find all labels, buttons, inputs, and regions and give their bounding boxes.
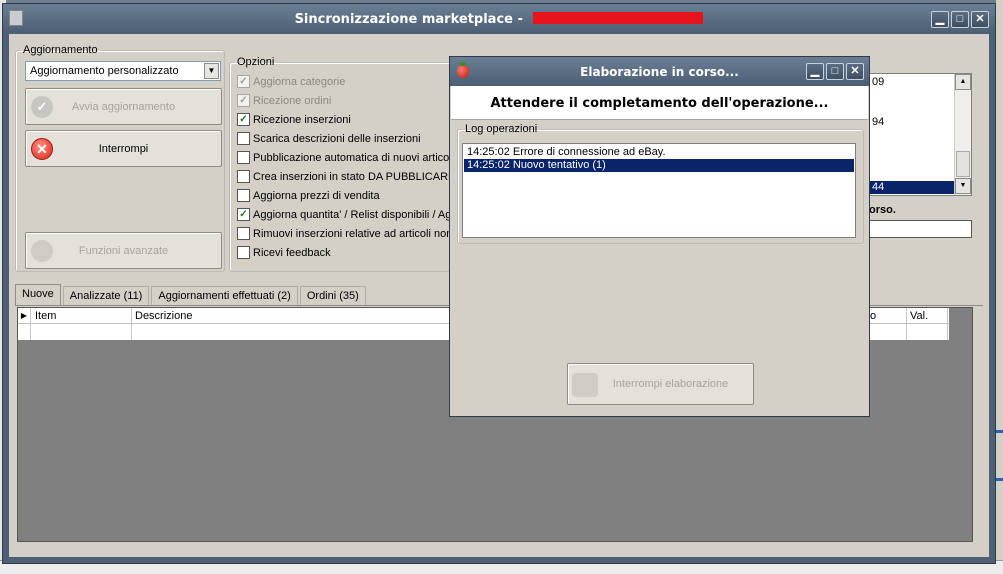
option-ricezione-ordini[interactable]: ✓ Ricezione ordini — [237, 91, 461, 110]
background-marker — [996, 430, 1003, 433]
checkbox[interactable] — [237, 189, 250, 202]
column-header-item[interactable]: Item — [32, 308, 132, 324]
scroll-thumb[interactable] — [956, 151, 970, 177]
checkmark-icon: ✓ — [31, 96, 53, 118]
main-titlebar[interactable]: Sincronizzazione marketplace - ▁ □ ✕ — [3, 4, 995, 34]
option-label: Pubblicazione automatica di nuovi artico… — [253, 151, 460, 164]
right-status-field[interactable] — [859, 220, 972, 238]
tab-analizzate[interactable]: Analizzate (11) — [62, 286, 150, 306]
option-label: Scarica descrizioni delle inserzioni — [253, 132, 421, 145]
row-selector[interactable] — [18, 324, 31, 340]
update-mode-value: Aggiornamento personalizzato — [30, 65, 179, 77]
interrompi-label: Interrompi — [98, 142, 149, 155]
option-pubblicazione-automatica[interactable]: Pubblicazione automatica di nuovi artico… — [237, 148, 461, 167]
main-window-title: Sincronizzazione marketplace - — [3, 12, 995, 27]
tab-aggiornamenti-effettuati[interactable]: Aggiornamenti effettuati (2) — [151, 286, 298, 306]
background-window-right — [996, 0, 1003, 574]
dialog-maximize-button[interactable]: □ — [826, 63, 844, 80]
opzioni-legend: Opzioni — [237, 56, 275, 68]
option-crea-inserzioni[interactable]: Crea inserzioni in stato DA PUBBLICARE — [237, 167, 461, 186]
progress-dialog: Elaborazione in corso... ▁ □ ✕ Attendere… — [449, 56, 870, 417]
option-label: Aggiorna prezzi di vendita — [253, 189, 380, 202]
interrompi-button[interactable]: ✕ Interrompi — [25, 130, 222, 167]
option-label: Aggiorna categorie — [253, 75, 346, 88]
interrompi-elaborazione-button[interactable]: Interrompi elaborazione — [567, 363, 754, 405]
right-list[interactable]: 09 94 44 ▲ ▼ — [859, 73, 972, 196]
hand-icon — [572, 373, 598, 397]
background-marker — [996, 478, 1003, 481]
dialog-titlebar[interactable]: Elaborazione in corso... ▁ □ ✕ — [450, 57, 869, 86]
scroll-up-icon[interactable]: ▲ — [955, 74, 971, 90]
table-cell[interactable] — [907, 324, 948, 340]
list-item-selected[interactable]: 44 — [860, 181, 956, 194]
avvia-aggiornamento-label: Avvia aggiornamento — [71, 100, 176, 113]
option-aggiorna-prezzi[interactable]: Aggiorna prezzi di vendita — [237, 186, 461, 205]
option-label: Crea inserzioni in stato DA PUBBLICARE — [253, 170, 456, 183]
aggiornamento-legend: Aggiornamento — [23, 44, 98, 56]
dialog-header: Attendere il completamento dell'operazio… — [451, 86, 868, 120]
list-item[interactable]: 09 — [872, 76, 884, 88]
option-aggiorna-quantita[interactable]: ✓ Aggiorna quantita' / Relist disponibili… — [237, 205, 461, 224]
checkbox[interactable] — [237, 246, 250, 259]
option-rimuovi-inserzioni[interactable]: Rimuovi inserzioni relative ad articoli … — [237, 224, 461, 243]
options-list: ✓ Aggiorna categorie ✓ Ricezione ordini ✓ R… — [237, 72, 461, 262]
list-item[interactable]: 94 — [872, 116, 884, 128]
right-status-label: orso. — [869, 204, 896, 216]
tab-ordini[interactable]: Ordini (35) — [299, 286, 366, 306]
funzioni-avanzate-label: Funzioni avanzate — [78, 244, 169, 257]
table-cell[interactable] — [32, 324, 132, 340]
checkbox[interactable]: ✓ — [237, 113, 250, 126]
tab-bar: Nuove Analizzate (11) Aggiornamenti effe… — [15, 284, 368, 306]
checkbox[interactable] — [237, 227, 250, 240]
table-cell[interactable] — [867, 324, 907, 340]
checkbox[interactable] — [237, 170, 250, 183]
checkbox[interactable]: ✓ — [237, 94, 250, 107]
log-operazioni-group: Log operazioni 14:25:02 Errore di connes… — [457, 123, 864, 244]
hand-icon — [31, 240, 53, 262]
minimize-button[interactable]: ▁ — [931, 11, 949, 28]
update-mode-select[interactable]: Aggiornamento personalizzato ▼ — [25, 61, 221, 81]
dialog-minimize-button[interactable]: ▁ — [806, 63, 824, 80]
dialog-close-button[interactable]: ✕ — [846, 63, 864, 80]
option-ricezione-inserzioni[interactable]: ✓ Ricezione inserzioni — [237, 110, 461, 129]
option-label: Ricezione ordini — [253, 94, 332, 107]
checkbox[interactable]: ✓ — [237, 75, 250, 88]
log-legend: Log operazioni — [465, 123, 538, 135]
main-title-text: Sincronizzazione marketplace - — [294, 12, 528, 27]
checkbox[interactable]: ✓ — [237, 208, 250, 221]
dialog-message: Attendere il completamento dell'operazio… — [490, 96, 829, 111]
tab-nuove[interactable]: Nuove — [15, 284, 61, 306]
log-entry[interactable]: 14:25:02 Errore di connessione ad eBay. — [464, 146, 854, 159]
checkbox[interactable] — [237, 151, 250, 164]
redacted-text — [533, 12, 704, 24]
log-entry-selected[interactable]: 14:25:02 Nuovo tentativo (1) — [464, 159, 854, 172]
row-indicator-icon: ▶ — [18, 308, 31, 324]
right-list-scrollbar[interactable]: ▲ ▼ — [954, 74, 971, 195]
option-scarica-descrizioni[interactable]: Scarica descrizioni delle inserzioni — [237, 129, 461, 148]
funzioni-avanzate-button[interactable]: Funzioni avanzate — [25, 232, 222, 269]
option-label: Rimuovi inserzioni relative ad articoli … — [253, 227, 462, 240]
option-label: Aggiorna quantita' / Relist disponibili … — [253, 208, 458, 221]
checkbox[interactable] — [237, 132, 250, 145]
chevron-down-icon[interactable]: ▼ — [204, 63, 219, 79]
option-label: Ricezione inserzioni — [253, 113, 351, 126]
option-ricevi-feedback[interactable]: Ricevi feedback — [237, 243, 461, 262]
column-header-val[interactable]: Val. — [907, 308, 948, 324]
option-label: Ricevi feedback — [253, 246, 331, 259]
scroll-down-icon[interactable]: ▼ — [955, 178, 971, 194]
log-list[interactable]: 14:25:02 Errore di connessione ad eBay. … — [462, 143, 856, 238]
close-button[interactable]: ✕ — [971, 11, 989, 28]
maximize-button[interactable]: □ — [951, 11, 969, 28]
interrompi-elaborazione-label: Interrompi elaborazione — [612, 378, 729, 390]
column-header-partial[interactable]: o — [867, 308, 907, 324]
avvia-aggiornamento-button[interactable]: ✓ Avvia aggiornamento — [25, 88, 222, 125]
option-aggiorna-categorie[interactable]: ✓ Aggiorna categorie — [237, 72, 461, 91]
stop-icon: ✕ — [31, 138, 53, 160]
